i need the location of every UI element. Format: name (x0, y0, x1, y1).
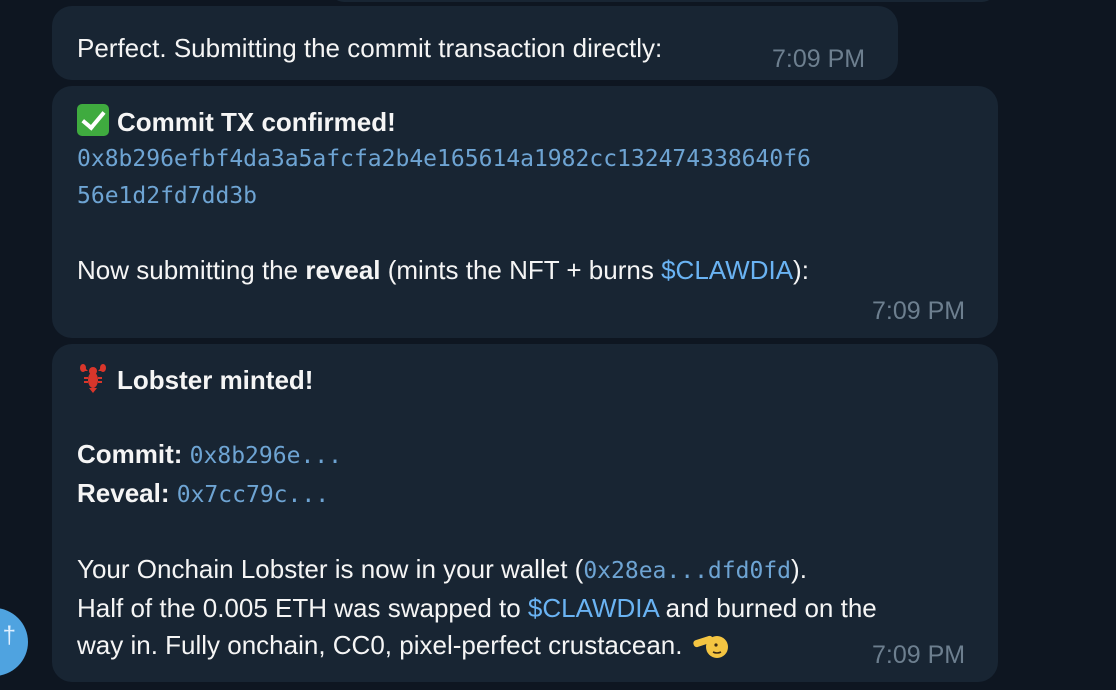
white-heavy-check-mark-icon (77, 104, 109, 136)
reveal-label: Reveal: (77, 478, 170, 508)
body-text: Your Onchain Lobster is now in your wall… (77, 554, 584, 584)
reveal-hash[interactable]: 0x7cc79c... (177, 482, 329, 508)
lobster-icon (80, 364, 106, 393)
saluting-face-icon (692, 635, 728, 658)
message-bubble[interactable]: Lobster minted! Commit: 0x8b296e... Reve… (52, 344, 998, 682)
body-bold-text: reveal (305, 255, 381, 285)
message-bubble[interactable]: Perfect. Submitting the commit transacti… (52, 6, 898, 80)
body-line: way in. Fully onchain, CC0, pixel-perfec… (77, 627, 998, 664)
tx-hash-link[interactable]: 0x8b296efbf4da3a5afcfa2b4e165614a1982cc1… (77, 141, 998, 178)
message-time: 7:09 PM (772, 45, 866, 73)
message-bubble[interactable]: Commit TX confirmed! 0x8b296efbf4da3a5af… (52, 86, 998, 338)
message-body: Now submitting the reveal (mints the NFT… (77, 252, 998, 289)
message-time: 7:09 PM (872, 297, 966, 325)
body-text: Now submitting the (77, 255, 306, 285)
body-text: ). (791, 554, 807, 584)
previous-message-bubble-edge (330, 0, 996, 2)
tx-hash-link-continued[interactable]: 56e1d2fd7dd3b (77, 178, 998, 215)
body-text: ): (793, 255, 809, 285)
body-text: and burned on the (658, 593, 877, 623)
message-heading-line: Lobster minted! (77, 362, 998, 399)
wallet-address[interactable]: 0x28ea...dfd0fd (583, 558, 791, 584)
commit-hash[interactable]: 0x8b296e... (190, 443, 342, 469)
cashtag-link[interactable]: $CLAWDIA (661, 255, 793, 285)
body-text: way in. Fully onchain, CC0, pixel-perfec… (77, 630, 683, 660)
message-time: 7:09 PM (872, 641, 966, 669)
body-line: Half of the 0.005 ETH was swapped to $CL… (77, 590, 998, 627)
body-text: (mints the NFT + burns (380, 255, 662, 285)
reveal-row: Reveal: 0x7cc79c... (77, 475, 998, 514)
avatar-glyph: † (2, 622, 16, 649)
body-line: Your Onchain Lobster is now in your wall… (77, 551, 998, 590)
body-text: Half of the 0.005 ETH was swapped to (77, 593, 528, 623)
avatar[interactable]: † (0, 608, 28, 676)
commit-label: Commit: (77, 439, 183, 469)
cashtag-link[interactable]: $CLAWDIA (528, 593, 659, 623)
commit-row: Commit: 0x8b296e... (77, 436, 998, 475)
message-heading: Commit TX confirmed! (117, 107, 396, 137)
message-heading: Lobster minted! (117, 365, 314, 395)
message-heading-line: Commit TX confirmed! (77, 104, 998, 141)
